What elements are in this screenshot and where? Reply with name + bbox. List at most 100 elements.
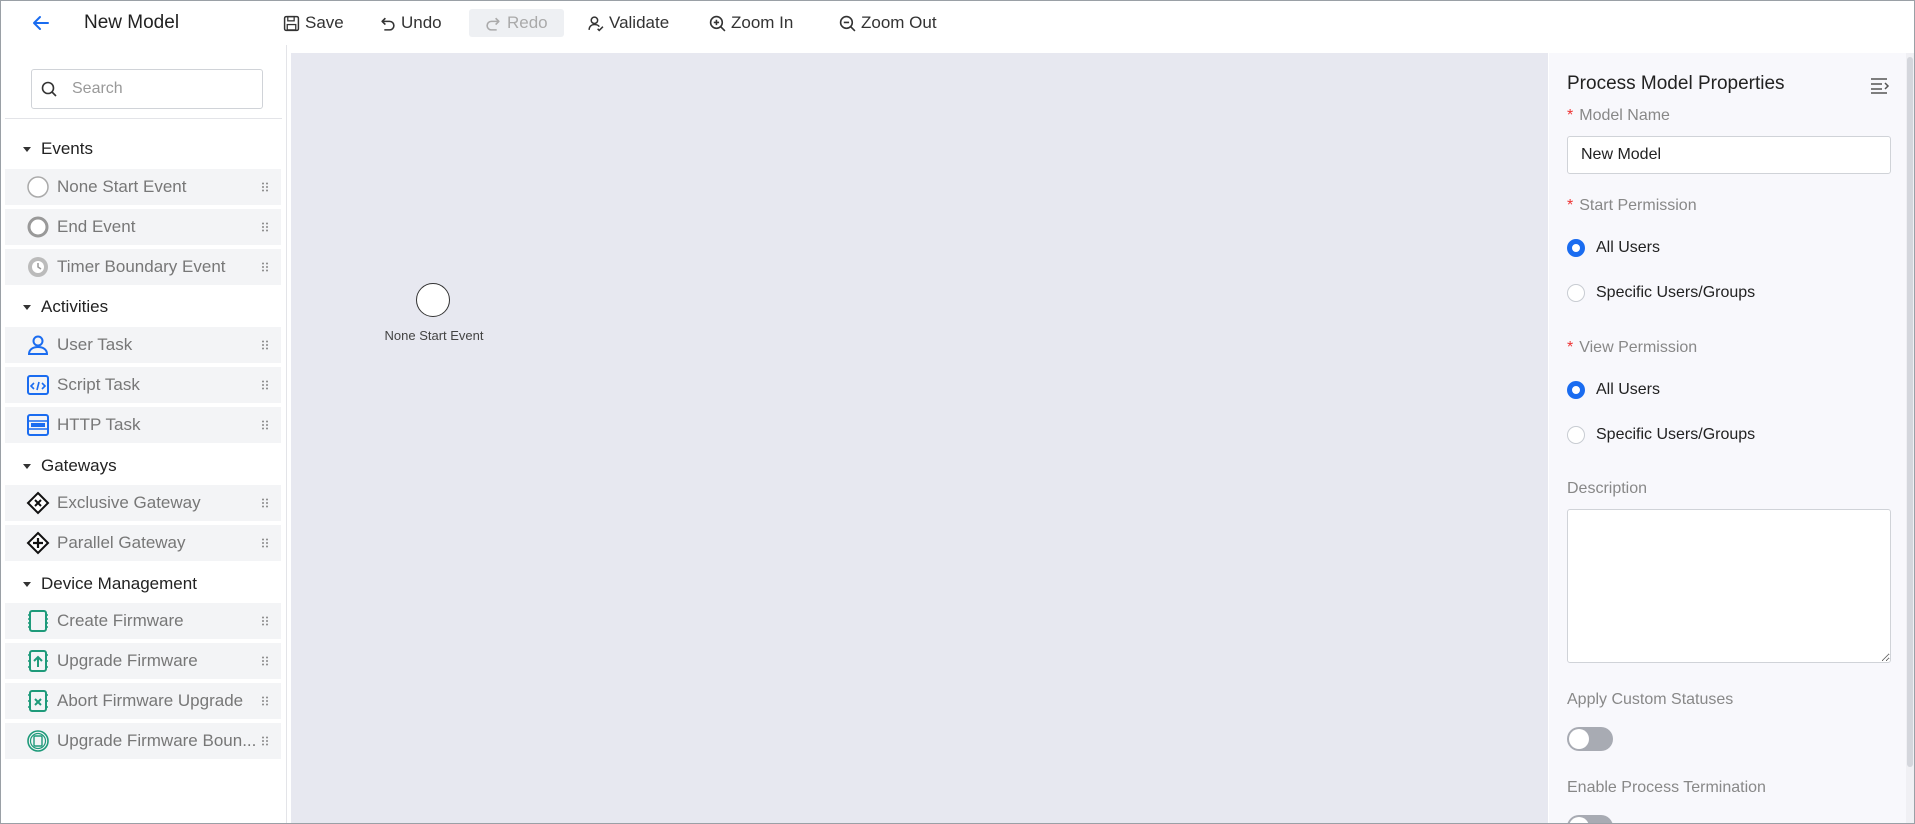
group-label: Gateways bbox=[41, 456, 117, 475]
drag-handle-icon[interactable] bbox=[261, 616, 269, 626]
redo-label: Redo bbox=[507, 13, 548, 32]
drag-handle-icon[interactable] bbox=[261, 380, 269, 390]
search-input[interactable] bbox=[70, 79, 254, 99]
search-icon bbox=[41, 81, 57, 97]
script-icon bbox=[25, 372, 51, 398]
redo-icon bbox=[486, 17, 500, 31]
back-button[interactable] bbox=[29, 11, 53, 35]
radio-unchecked bbox=[1567, 426, 1585, 444]
zoom-out-button[interactable]: Zoom Out bbox=[833, 9, 943, 37]
drag-handle-icon[interactable] bbox=[261, 262, 269, 272]
radio-checked bbox=[1567, 239, 1585, 257]
termination-toggle[interactable] bbox=[1567, 815, 1613, 823]
view-permission-all-users-radio[interactable]: All Users bbox=[1567, 381, 1660, 399]
user-check-icon bbox=[588, 15, 604, 31]
search-box[interactable] bbox=[31, 69, 263, 109]
palette-item-timer-boundary-event[interactable]: Timer Boundary Event bbox=[5, 249, 281, 285]
create-firmware-icon bbox=[25, 608, 51, 634]
undo-icon bbox=[381, 17, 395, 31]
palette-item-user-task[interactable]: User Task bbox=[5, 327, 281, 363]
toggle-knob bbox=[1569, 729, 1589, 749]
drag-handle-icon[interactable] bbox=[261, 182, 269, 192]
radio-label: Specific Users/Groups bbox=[1596, 284, 1756, 301]
palette-item-label: None Start Event bbox=[57, 177, 187, 196]
save-label: Save bbox=[305, 13, 344, 32]
termination-label: Enable Process Termination bbox=[1567, 779, 1766, 796]
toggle-knob bbox=[1569, 817, 1589, 823]
model-name-label-text: Model Name bbox=[1579, 107, 1670, 124]
palette-item-abort-firmware-upgrade[interactable]: Abort Firmware Upgrade bbox=[5, 683, 281, 719]
palette-item-upgrade-firmware[interactable]: Upgrade Firmware bbox=[5, 643, 281, 679]
drag-handle-icon[interactable] bbox=[261, 222, 269, 232]
validate-button[interactable]: Validate bbox=[581, 9, 675, 37]
caret-down-icon bbox=[23, 581, 31, 587]
end-event-icon bbox=[25, 214, 51, 240]
drag-handle-icon[interactable] bbox=[261, 736, 269, 746]
save-button[interactable]: Save bbox=[277, 9, 350, 37]
abort-firmware-icon bbox=[25, 688, 51, 714]
diagram-canvas[interactable]: None Start Event bbox=[291, 53, 1548, 823]
group-gateways[interactable]: Gateways bbox=[23, 454, 117, 478]
toolbar: New Model Save Undo Redo Validate Zoom I… bbox=[1, 1, 1914, 45]
view-permission-label-text: View Permission bbox=[1579, 339, 1698, 356]
palette-item-script-task[interactable]: Script Task bbox=[5, 367, 281, 403]
zoom-out-label: Zoom Out bbox=[861, 13, 937, 32]
palette-item-label: Parallel Gateway bbox=[57, 533, 186, 552]
group-activities[interactable]: Activities bbox=[23, 295, 108, 319]
palette-item-create-firmware[interactable]: Create Firmware bbox=[5, 603, 281, 639]
drag-handle-icon[interactable] bbox=[261, 420, 269, 430]
required-marker: * bbox=[1567, 197, 1574, 214]
caret-down-icon bbox=[23, 463, 31, 469]
drag-handle-icon[interactable] bbox=[261, 498, 269, 508]
start-event-icon bbox=[25, 174, 51, 200]
description-textarea[interactable] bbox=[1567, 509, 1891, 663]
group-events[interactable]: Events bbox=[23, 137, 93, 161]
drag-handle-icon[interactable] bbox=[261, 656, 269, 666]
arrow-left-icon bbox=[33, 16, 49, 30]
radio-label: All Users bbox=[1596, 381, 1661, 398]
drag-handle-icon[interactable] bbox=[261, 696, 269, 706]
group-device-management[interactable]: Device Management bbox=[23, 572, 197, 596]
palette-item-exclusive-gateway[interactable]: Exclusive Gateway bbox=[5, 485, 281, 521]
drag-handle-icon[interactable] bbox=[261, 538, 269, 548]
palette-item-label: Abort Firmware Upgrade bbox=[57, 691, 244, 710]
required-marker: * bbox=[1567, 339, 1574, 356]
node-label: None Start Event bbox=[384, 328, 484, 343]
palette-item-parallel-gateway[interactable]: Parallel Gateway bbox=[5, 525, 281, 561]
view-permission-label: * View Permission bbox=[1567, 339, 1697, 357]
start-permission-all-users-radio[interactable]: All Users bbox=[1567, 239, 1660, 257]
http-icon bbox=[25, 412, 51, 438]
drag-handle-icon[interactable] bbox=[261, 340, 269, 350]
palette-item-end-event[interactable]: End Event bbox=[5, 209, 281, 245]
caret-down-icon bbox=[23, 304, 31, 310]
group-label: Activities bbox=[41, 297, 109, 316]
model-name-input[interactable] bbox=[1567, 136, 1891, 174]
user-icon bbox=[25, 332, 51, 358]
validate-label: Validate bbox=[609, 13, 670, 32]
zoom-in-button[interactable]: Zoom In bbox=[703, 9, 799, 37]
zoom-in-icon bbox=[709, 15, 726, 32]
group-label: Device Management bbox=[41, 574, 197, 593]
palette-item-label: User Task bbox=[57, 335, 133, 354]
custom-statuses-toggle[interactable] bbox=[1567, 727, 1613, 751]
divider bbox=[5, 118, 282, 119]
undo-button[interactable]: Undo bbox=[373, 9, 448, 37]
radio-checked bbox=[1567, 381, 1585, 399]
palette-item-label: End Event bbox=[57, 217, 136, 236]
palette-item-none-start-event[interactable]: None Start Event bbox=[5, 169, 281, 205]
scrollbar-thumb[interactable] bbox=[1907, 57, 1913, 767]
view-permission-specific-radio[interactable]: Specific Users/Groups bbox=[1567, 426, 1755, 444]
zoom-out-icon bbox=[839, 15, 856, 32]
palette-item-upgrade-firmware-boundary[interactable]: Upgrade Firmware Boun... bbox=[5, 723, 281, 759]
radio-label: Specific Users/Groups bbox=[1596, 426, 1756, 443]
start-permission-specific-radio[interactable]: Specific Users/Groups bbox=[1567, 284, 1755, 302]
properties-panel: Process Model Properties * Model Name * St… bbox=[1549, 53, 1914, 823]
palette-item-http-task[interactable]: HTTP Task bbox=[5, 407, 281, 443]
start-event-node[interactable] bbox=[416, 283, 450, 317]
firmware-boundary-icon bbox=[25, 728, 51, 754]
model-name-label: * Model Name bbox=[1567, 107, 1670, 125]
required-marker: * bbox=[1567, 107, 1574, 124]
redo-button[interactable]: Redo bbox=[469, 9, 564, 37]
collapse-panel-icon[interactable] bbox=[1869, 75, 1891, 95]
radio-unchecked bbox=[1567, 284, 1585, 302]
